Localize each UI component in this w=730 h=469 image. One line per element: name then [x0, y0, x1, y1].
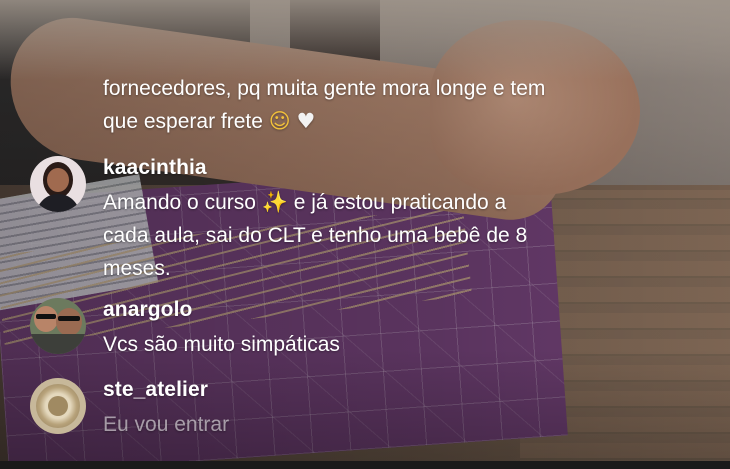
- comment-line-with-emoji: Amando o curso ✨ e já estou praticando a: [103, 186, 663, 219]
- live-video-stage: fornecedores, pq muita gente mora longe …: [0, 0, 730, 469]
- comment-username[interactable]: kaacinthia: [103, 156, 207, 180]
- avatar-anargolo[interactable]: [30, 298, 86, 354]
- comment-message: Vcs são muito simpáticas: [103, 328, 663, 361]
- comment-line: meses.: [103, 257, 171, 280]
- bottom-bar: [0, 461, 730, 469]
- comment-message: Eu vou entrar: [103, 408, 663, 441]
- comment-line: cada aula, sai do CLT e tenho uma bebê d…: [103, 224, 528, 247]
- avatar-ste-atelier[interactable]: [30, 378, 86, 434]
- comment-line: Eu vou entrar: [103, 413, 230, 436]
- comment-username[interactable]: ste_atelier: [103, 378, 208, 402]
- sparkles-emoji-icon: ✨: [261, 190, 288, 214]
- white-heart-emoji-icon: ♥: [296, 109, 316, 133]
- comment-line-with-emoji: que esperar frete ☺ ♥: [103, 105, 663, 138]
- comment-line: fornecedores, pq muita gente mora longe …: [103, 77, 546, 100]
- comment-message: fornecedores, pq muita gente mora longe …: [103, 72, 663, 138]
- smiling-face-emoji-icon: ☺: [268, 109, 291, 133]
- avatar-kaacinthia[interactable]: [30, 156, 86, 212]
- comment-line: Vcs são muito simpáticas: [103, 333, 340, 356]
- live-comments-feed[interactable]: fornecedores, pq muita gente mora longe …: [0, 0, 730, 469]
- comment-message: Amando o curso ✨ e já estou praticando a…: [103, 186, 663, 285]
- comment-username[interactable]: anargolo: [103, 298, 192, 322]
